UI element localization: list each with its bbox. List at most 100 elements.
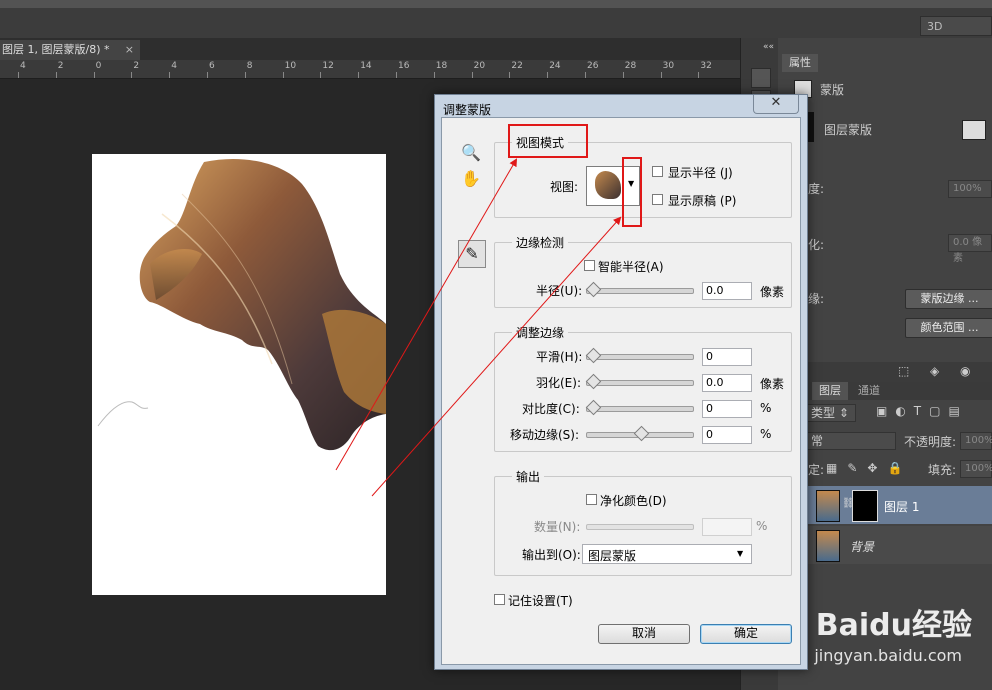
close-icon[interactable]: ✕ — [753, 95, 799, 114]
mask-edge-button[interactable]: 蒙版边缘 ... — [905, 289, 992, 309]
ruler-tick-mark — [18, 72, 19, 78]
smooth-slider[interactable] — [585, 347, 694, 364]
ruler-tick-mark — [585, 72, 586, 78]
shift-edge-slider[interactable] — [586, 425, 694, 442]
feather-field[interactable]: 0.0 像素 — [948, 234, 992, 264]
ruler-tick-label: 24 — [549, 61, 561, 71]
apply-mask-icon[interactable]: ◈ — [930, 364, 939, 378]
ruler-tick-label: 8 — [246, 61, 253, 71]
ruler-tick-mark — [509, 72, 511, 78]
feather-input[interactable]: 0.0 — [702, 374, 752, 392]
dialog-body: 🔍 ✋ ✎ 视图模式 视图: ▼ 显示半径 (J) 显示原稿 (P) 边缘检测 … — [441, 117, 801, 665]
ruler-tick-mark — [131, 72, 133, 78]
amount-input[interactable] — [702, 518, 752, 536]
smooth-input[interactable]: 0 — [702, 348, 752, 366]
radius-input[interactable]: 0.0 — [702, 282, 752, 300]
mask-toggle-icon[interactable] — [962, 120, 986, 140]
blend-mode-select[interactable]: 常 — [806, 432, 896, 450]
layer-kind-filter[interactable]: 类型 ⇕ — [806, 404, 856, 422]
ruler-tick-label: 30 — [662, 61, 675, 71]
chevron-down-icon: ▼ — [737, 549, 744, 558]
tab-properties[interactable]: 属性 — [782, 54, 818, 72]
tab-layers[interactable]: 图层 — [812, 382, 848, 400]
amount-slider[interactable] — [586, 524, 694, 530]
visibility-icon[interactable]: ◉ — [960, 364, 970, 378]
history-icon[interactable] — [751, 68, 771, 88]
contrast-input[interactable]: 0 — [702, 400, 752, 418]
dialog-title: 调整蒙版 — [443, 103, 492, 117]
decontaminate-checkbox[interactable] — [586, 494, 597, 505]
ruler-tick-mark — [282, 72, 284, 78]
refine-mask-dialog: 调整蒙版 ✕ 🔍 ✋ ✎ 视图模式 视图: ▼ 显示半径 (J) 显示原稿 (P… — [434, 94, 808, 670]
collapse-icon[interactable]: «« — [763, 42, 774, 52]
remember-settings-label: 记住设置(T) — [508, 594, 573, 608]
adjust-edge-title: 调整边缘 — [512, 324, 569, 341]
annotation-box-dropdown — [622, 157, 642, 227]
close-icon[interactable]: × — [125, 40, 134, 60]
layer-mask-thumb[interactable] — [852, 490, 878, 522]
contrast-label: 对比度(C): — [522, 402, 580, 416]
ruler-tick-mark — [433, 72, 435, 78]
ok-button[interactable]: 确定 — [700, 624, 792, 644]
feather-slider[interactable] — [585, 373, 694, 390]
layer-row-selected[interactable]: ⛓ 图层 1 — [808, 486, 992, 524]
ruler-tick-label: 32 — [700, 61, 712, 71]
show-radius-label: 显示半径 (J) — [668, 166, 733, 180]
show-radius-checkbox[interactable] — [652, 166, 663, 177]
feather-unit: 像素 — [760, 377, 785, 391]
layer-thumbnail — [816, 530, 840, 562]
layer-thumbnail — [816, 490, 840, 522]
show-original-checkbox[interactable] — [652, 194, 663, 205]
remember-settings-checkbox[interactable] — [494, 594, 505, 605]
workspace-select[interactable]: 3D — [920, 16, 992, 36]
layer-name: 图层 1 — [884, 500, 920, 514]
output-title: 输出 — [512, 468, 545, 485]
radius-label: 半径(U): — [536, 284, 583, 298]
cancel-button[interactable]: 取消 — [598, 624, 690, 644]
ruler-tick-mark — [396, 72, 397, 78]
view-label: 视图: — [550, 180, 579, 194]
tab-channels[interactable]: 通道 — [852, 382, 886, 400]
radius-slider[interactable] — [585, 281, 694, 298]
density-field[interactable]: 100% — [948, 180, 992, 198]
layer-row[interactable]: 背景 — [808, 526, 992, 564]
ruler-tick-mark — [622, 72, 624, 78]
shift-edge-unit: % — [760, 427, 772, 441]
radius-unit: 像素 — [760, 285, 785, 299]
smooth-label: 平滑(H): — [536, 350, 583, 364]
document-tab[interactable]: 图层 1, 图层蒙版/8) * × — [0, 40, 140, 60]
document-canvas[interactable] — [92, 154, 386, 595]
smart-radius-label: 智能半径(A) — [598, 260, 664, 274]
ruler-tick-mark — [320, 72, 322, 78]
ruler-tick-label: 2 — [57, 61, 64, 71]
ruler-tick-label: 14 — [360, 61, 372, 71]
panel-footer-icons: ⬚ ◈ ◉ — [808, 362, 992, 382]
show-original-label: 显示原稿 (P) — [668, 194, 737, 208]
ruler-tick-label: 18 — [435, 61, 448, 71]
ruler-tick-label: 20 — [473, 61, 486, 71]
zoom-tool-icon[interactable]: 🔍 — [458, 140, 484, 166]
output-to-select[interactable]: 图层蒙版 ▼ — [582, 544, 752, 564]
ruler-tick-mark — [93, 72, 95, 78]
color-range-button[interactable]: 颜色范围 ... — [905, 318, 992, 338]
lock-label: 定: — [808, 463, 825, 477]
filter-icons[interactable]: ▣◐T▢▤ — [876, 404, 968, 418]
smart-radius-checkbox[interactable] — [584, 260, 595, 271]
selection-icon[interactable]: ⬚ — [898, 364, 909, 378]
opacity-field[interactable]: 100% — [960, 432, 992, 450]
hair-image — [97, 158, 386, 451]
shift-edge-input[interactable]: 0 — [702, 426, 752, 444]
output-to-label: 输出到(O): — [522, 548, 581, 562]
hand-tool-icon[interactable]: ✋ — [458, 166, 484, 192]
watermark-logo: Baidu经验 — [815, 608, 972, 643]
contrast-unit: % — [760, 401, 772, 415]
contrast-slider[interactable] — [585, 399, 694, 416]
fill-field[interactable]: 100% — [960, 460, 992, 478]
refine-radius-brush-icon[interactable]: ✎ — [458, 240, 486, 268]
ruler-tick-label: 10 — [284, 61, 297, 71]
feather-label: 羽化(E): — [536, 376, 581, 390]
layer-mask-label: 图层蒙版 — [824, 123, 873, 137]
view-preview-thumbnail — [595, 171, 621, 199]
lock-icons[interactable]: ▦✎✥🔒 — [826, 461, 912, 475]
ruler-tick-label: 4 — [20, 61, 26, 71]
